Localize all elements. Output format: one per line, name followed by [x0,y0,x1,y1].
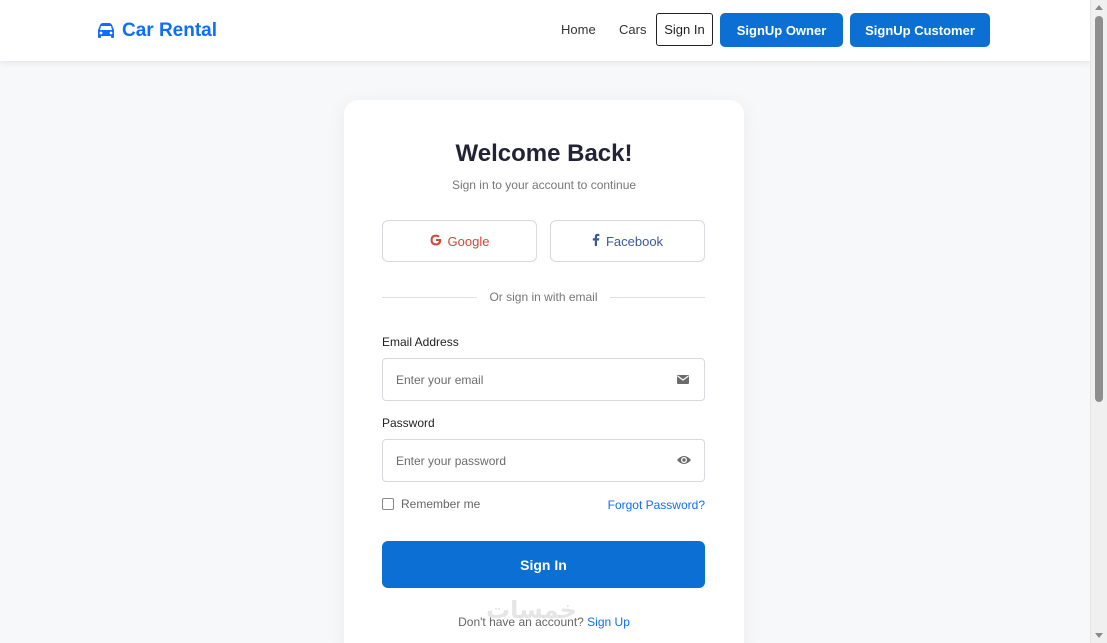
eye-icon[interactable] [676,453,692,469]
email-field[interactable] [383,359,663,400]
google-signin-button[interactable]: Google [382,220,537,262]
forgot-password-link[interactable]: Forgot Password? [608,498,705,512]
remember-me-checkbox[interactable] [382,498,394,510]
page-scrollbar[interactable] [1090,0,1107,643]
email-field-wrapper [382,358,705,401]
google-label: Google [447,233,490,249]
email-label: Email Address [382,335,459,349]
scrollbar-thumb[interactable] [1095,16,1103,402]
login-title: Welcome Back! [455,140,633,167]
nav-cars-link[interactable]: Cars [619,22,646,37]
google-icon [430,234,442,249]
no-account-text: Don't have an account? [458,615,584,629]
remember-me-label: Remember me [401,497,481,511]
nav-signin-button[interactable]: Sign In [656,13,713,46]
brand-name: Car Rental [122,20,218,41]
remember-me[interactable]: Remember me [382,497,480,511]
signup-owner-button[interactable]: SignUp Owner [720,13,843,47]
login-subtitle: Sign in to your account to continue [451,178,637,192]
login-card: Welcome Back! Sign in to your account to… [344,100,744,643]
signup-customer-button[interactable]: SignUp Customer [850,13,990,47]
facebook-label: Facebook [605,233,664,249]
envelope-icon [676,372,692,388]
password-field[interactable] [383,440,663,481]
signin-submit-button[interactable]: Sign In [382,541,705,588]
signup-link[interactable]: Sign Up [587,615,630,629]
scroll-down-arrow-icon[interactable] [1095,633,1103,638]
nav-home-link[interactable]: Home [561,22,596,37]
scroll-up-arrow-icon[interactable] [1095,5,1103,10]
facebook-icon [592,233,600,249]
brand-logo[interactable]: Car Rental [96,18,217,44]
password-label: Password [382,416,435,430]
password-field-wrapper [382,439,705,482]
navbar: Car Rental Home Cars Sign In SignUp Owne… [0,0,1090,61]
divider-line [610,297,705,298]
facebook-signin-button[interactable]: Facebook [550,220,705,262]
car-icon [96,22,116,40]
signup-prompt: Don't have an account? Sign Up [344,615,744,629]
or-divider: Or sign in with email [382,290,705,304]
